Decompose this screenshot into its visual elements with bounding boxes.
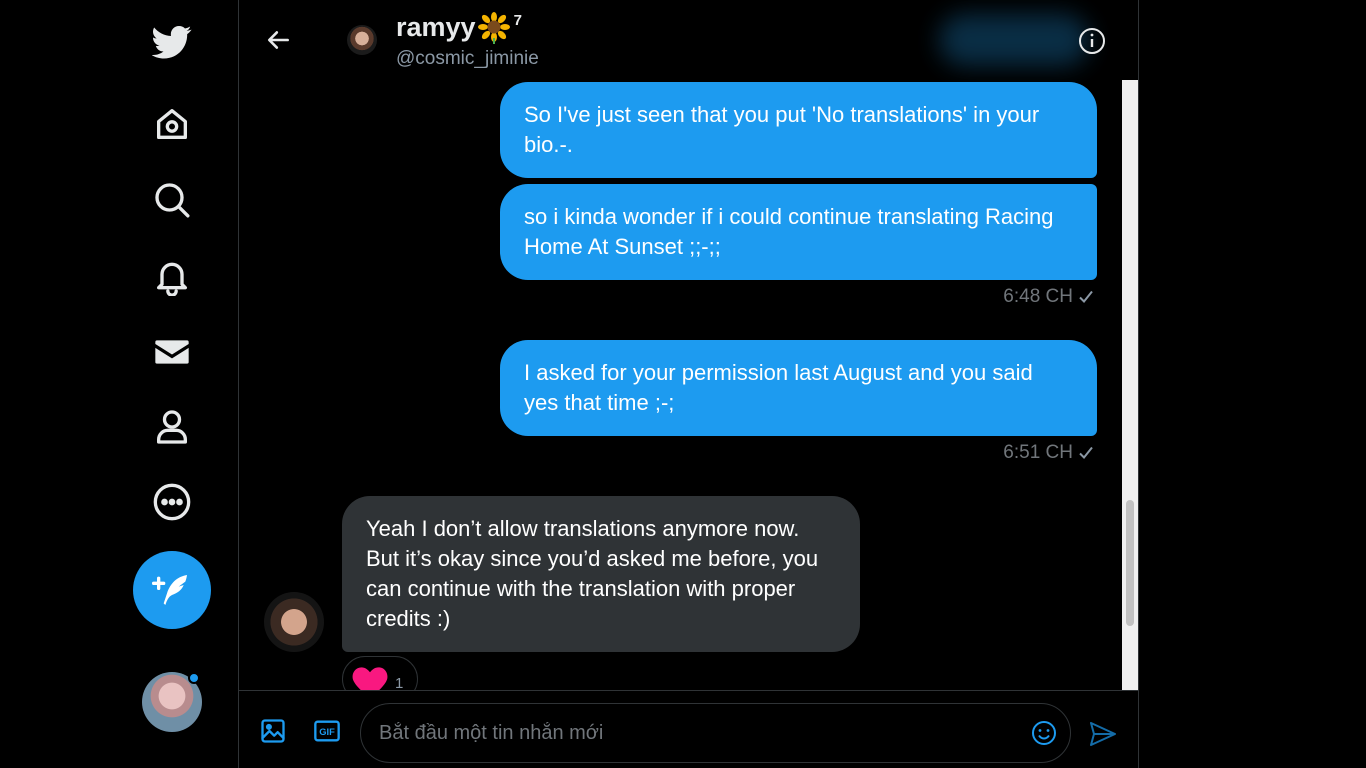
contact-avatar[interactable] [347, 25, 377, 55]
message-bubble-incoming[interactable]: Yeah I don’t allow translations anymore … [342, 496, 860, 652]
message-composer: GIF [239, 690, 1138, 768]
message-bubble-outgoing[interactable]: so i kinda wonder if i could continue tr… [500, 184, 1097, 280]
back-button[interactable] [259, 20, 299, 60]
mail-icon [155, 340, 189, 364]
message-text: I asked for your permission last August … [524, 360, 1033, 415]
right-blank-area [1138, 0, 1366, 768]
checkmark-icon [1079, 446, 1093, 459]
sender-avatar[interactable] [264, 592, 324, 652]
nav-more[interactable] [142, 472, 202, 532]
search-icon [155, 183, 190, 218]
message-timestamp: 6:51 CH [1003, 442, 1095, 464]
conversation-info-button[interactable] [1075, 24, 1109, 58]
checkmark-icon [1079, 290, 1093, 303]
message-text: so i kinda wonder if i could continue tr… [524, 204, 1054, 259]
message-reaction[interactable]: 1 [342, 656, 418, 690]
home-icon [157, 109, 187, 139]
message-input[interactable] [379, 704, 1009, 762]
twitter-bird-icon [152, 26, 192, 59]
left-navigation [0, 0, 238, 768]
nav-explore[interactable] [142, 170, 202, 230]
message-input-wrapper [360, 703, 1071, 763]
compose-tweet-button[interactable] [133, 551, 211, 629]
conversation-header: ramyy 7 @cosmic_jiminie [239, 0, 1138, 80]
emoji-icon [1032, 721, 1056, 745]
contact-handle: @cosmic_jiminie [396, 48, 539, 69]
blurred-region [939, 14, 1089, 66]
profile-icon [157, 410, 187, 444]
message-bubble-outgoing[interactable]: I asked for your permission last August … [500, 340, 1097, 436]
message-timestamp: 6:48 CH [1003, 286, 1095, 308]
timestamp-text: 6:51 CH [1003, 442, 1073, 463]
reaction-count: 1 [395, 675, 404, 690]
emoji-button[interactable] [1030, 719, 1058, 747]
message-bubble-outgoing[interactable]: So I've just seen that you put 'No trans… [500, 82, 1097, 178]
bell-icon [157, 262, 187, 296]
nav-messages[interactable] [142, 322, 202, 382]
add-gif-button[interactable]: GIF [311, 715, 343, 747]
scrollbar-thumb[interactable] [1126, 500, 1134, 626]
sunflower-icon [477, 12, 510, 44]
heart-icon [352, 667, 388, 690]
message-text: So I've just seen that you put 'No trans… [524, 102, 1040, 157]
add-media-button[interactable] [257, 715, 289, 747]
send-button[interactable] [1088, 719, 1118, 749]
contact-name[interactable]: ramyy 7 [396, 12, 522, 44]
info-icon [1079, 28, 1105, 54]
message-text: Yeah I don’t allow translations anymore … [366, 516, 819, 631]
more-icon [153, 483, 191, 521]
notification-dot [188, 672, 200, 684]
send-icon [1090, 722, 1116, 746]
compose-tweet-icon [152, 575, 187, 605]
image-icon [261, 719, 285, 743]
message-thread: So I've just seen that you put 'No trans… [239, 80, 1122, 690]
nav-home[interactable] [142, 94, 202, 154]
twitter-logo-link[interactable] [142, 12, 202, 72]
gif-icon: GIF [314, 720, 340, 742]
svg-text:GIF: GIF [319, 727, 335, 737]
contact-display-name: ramyy [396, 12, 476, 42]
name-superscript: 7 [513, 12, 522, 29]
message-scrollbar[interactable] [1122, 80, 1138, 690]
nav-profile[interactable] [142, 397, 202, 457]
nav-notifications[interactable] [142, 246, 202, 306]
timestamp-text: 6:48 CH [1003, 286, 1073, 307]
back-arrow-icon [267, 31, 289, 49]
